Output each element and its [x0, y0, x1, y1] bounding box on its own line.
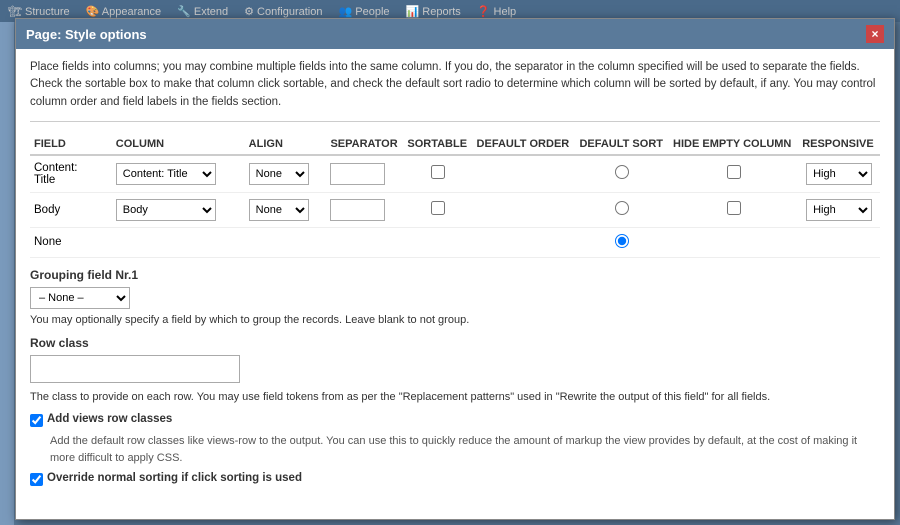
modal-header: Page: Style options × [16, 19, 894, 49]
align-select-2[interactable]: None Left Center Right [249, 199, 309, 221]
separator-cell-1 [326, 155, 403, 193]
add-views-row-section: Add views row classes Add the default ro… [30, 413, 880, 466]
default-order-cell-1 [473, 155, 576, 193]
row-class-label: Row class [30, 336, 880, 350]
none-sortable [403, 227, 472, 257]
nav-people: 👥 People [339, 5, 390, 18]
none-col [112, 227, 245, 257]
responsive-cell-1: High Medium Low [798, 155, 880, 193]
row-class-input[interactable] [30, 355, 240, 383]
column-select-2[interactable]: Body Content: Title [116, 199, 216, 221]
modal-dialog: Page: Style options × Place fields into … [15, 18, 895, 520]
default-sort-radio-2[interactable] [615, 201, 629, 215]
field-none: None [30, 227, 112, 257]
column-select-1[interactable]: Content: Title Body [116, 163, 216, 185]
modal-close-button[interactable]: × [866, 25, 884, 43]
default-sort-radio-none[interactable] [615, 234, 629, 248]
th-hide-empty: HIDE EMPTY COLUMN [669, 134, 798, 155]
override-sorting-row: Override normal sorting if click sorting… [30, 472, 880, 486]
none-align [245, 227, 327, 257]
align-select-cell-2: None Left Center Right [245, 192, 327, 227]
default-sort-cell-2 [575, 192, 669, 227]
table-row: Content:Title Content: Title Body None L… [30, 155, 880, 193]
column-select-cell-2: Body Content: Title [112, 192, 245, 227]
hide-empty-checkbox-2[interactable] [727, 201, 741, 215]
none-responsive [798, 227, 880, 257]
sortable-cell-1 [403, 155, 472, 193]
responsive-cell-2: High Medium Low [798, 192, 880, 227]
nav-structure: 🏗 Structure [8, 5, 70, 18]
nav-appearance: 🎨 Appearance [86, 5, 161, 18]
grouping-select[interactable]: – None – [30, 287, 130, 309]
none-sep [326, 227, 403, 257]
grouping-label: Grouping field Nr.1 [30, 268, 880, 282]
nav-configuration: ⚙ Configuration [244, 5, 322, 18]
separator-cell-2 [326, 192, 403, 227]
th-column: COLUMN [112, 134, 245, 155]
modal-description: Place fields into columns; you may combi… [30, 59, 880, 122]
override-sorting-label: Override normal sorting if click sorting… [47, 472, 302, 484]
none-deforder [473, 227, 576, 257]
grouping-description: You may optionally specify a field by wh… [30, 314, 880, 326]
add-views-row-row: Add views row classes [30, 413, 880, 427]
add-views-row-checkbox[interactable] [30, 414, 43, 427]
add-views-row-label: Add views row classes [47, 413, 172, 425]
align-select-cell-1: None Left Center Right [245, 155, 327, 193]
hide-empty-cell-1 [669, 155, 798, 193]
th-default-sort: DEFAULT SORT [575, 134, 669, 155]
sortable-cell-2 [403, 192, 472, 227]
default-sort-cell-1 [575, 155, 669, 193]
sortable-checkbox-1[interactable] [431, 165, 445, 179]
field-content-title: Content:Title [30, 155, 112, 193]
grouping-section: Grouping field Nr.1 – None – You may opt… [30, 268, 880, 326]
override-sorting-checkbox[interactable] [30, 473, 43, 486]
column-select-cell-1: Content: Title Body [112, 155, 245, 193]
table-row: Body Body Content: Title None Left Cente… [30, 192, 880, 227]
modal-body: Place fields into columns; you may combi… [16, 49, 894, 519]
th-default-order: DEFAULT ORDER [473, 134, 576, 155]
hide-empty-cell-2 [669, 192, 798, 227]
left-side-nav [0, 22, 14, 525]
add-views-row-desc: Add the default row classes like views-r… [50, 433, 880, 466]
responsive-select-2[interactable]: High Medium Low [806, 199, 872, 221]
th-separator: SEPARATOR [326, 134, 403, 155]
th-sortable: SORTABLE [403, 134, 472, 155]
hide-empty-checkbox-1[interactable] [727, 165, 741, 179]
nav-help: ❓ Help [477, 5, 516, 18]
default-sort-radio-1[interactable] [615, 165, 629, 179]
th-align: ALIGN [245, 134, 327, 155]
sortable-checkbox-2[interactable] [431, 201, 445, 215]
row-class-section: Row class The class to provide on each r… [30, 336, 880, 406]
separator-input-2[interactable] [330, 199, 385, 221]
responsive-select-1[interactable]: High Medium Low [806, 163, 872, 185]
table-row-none: None [30, 227, 880, 257]
fields-table: FIELD COLUMN ALIGN SEPARATOR SORTABLE DE… [30, 134, 880, 258]
default-order-cell-2 [473, 192, 576, 227]
separator-input-1[interactable] [330, 163, 385, 185]
nav-extend: 🔧 Extend [177, 5, 228, 18]
none-defsort [575, 227, 669, 257]
nav-reports: 📊 Reports [406, 5, 461, 18]
field-body: Body [30, 192, 112, 227]
th-field: FIELD [30, 134, 112, 155]
th-responsive: RESPONSIVE [798, 134, 880, 155]
row-class-description: The class to provide on each row. You ma… [30, 389, 880, 406]
align-select-1[interactable]: None Left Center Right [249, 163, 309, 185]
none-hideempty [669, 227, 798, 257]
modal-title: Page: Style options [26, 27, 147, 42]
